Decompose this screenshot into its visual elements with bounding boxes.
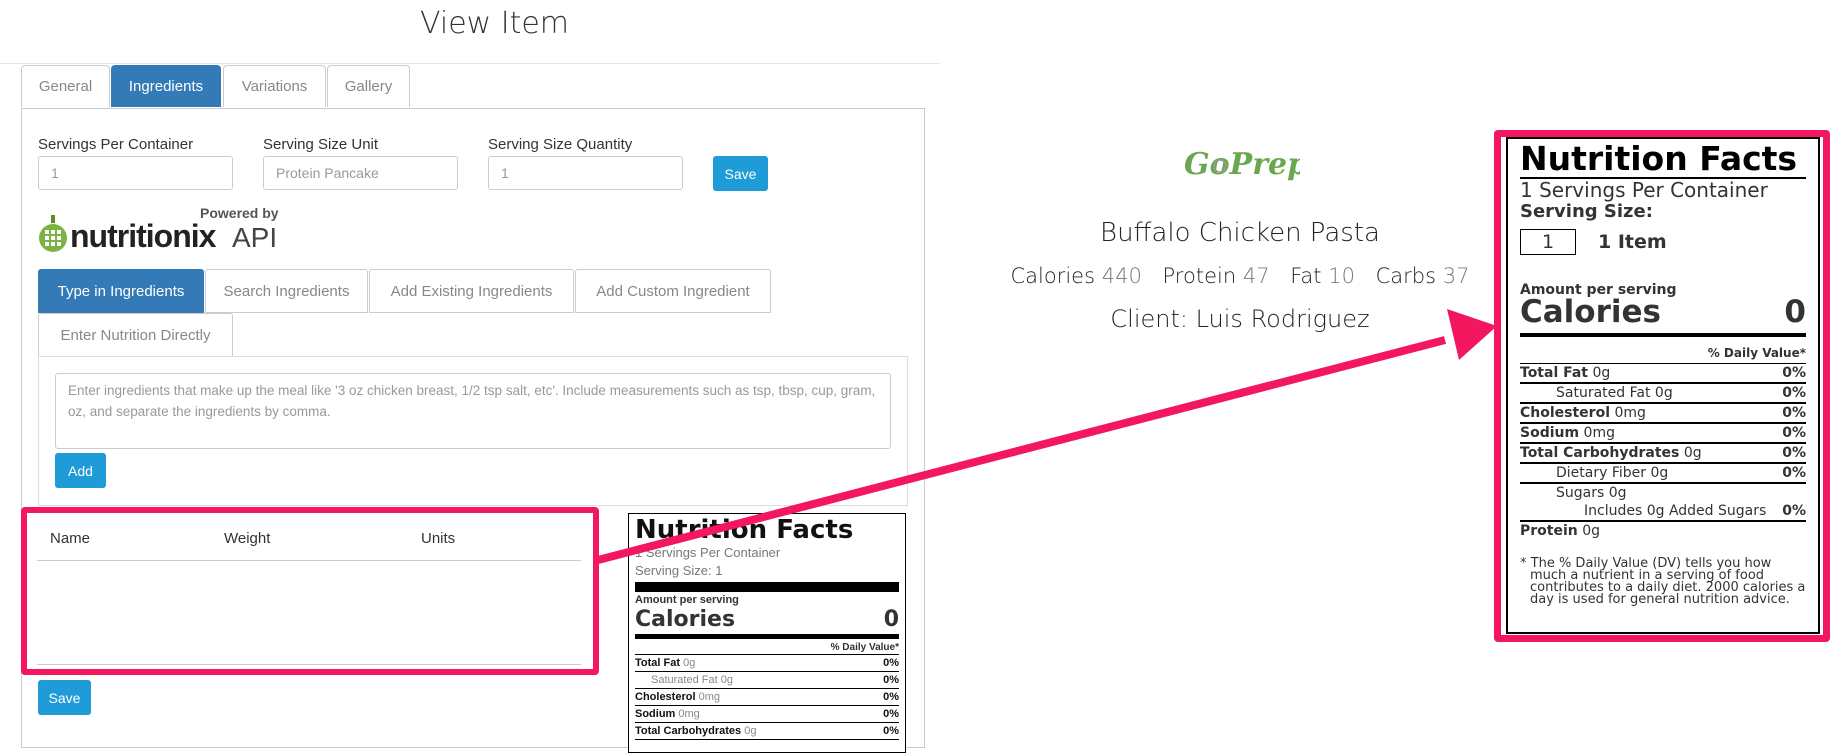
svg-text:GoPrep: GoPrep xyxy=(1184,147,1300,182)
serving-size-label: Serving Size: xyxy=(1520,201,1653,222)
daily-value-header: % Daily Value* xyxy=(1520,343,1806,364)
macro-fat: Fat 10 xyxy=(1290,264,1355,288)
nutrient-row: Protein 0g xyxy=(1520,523,1600,539)
servings-per-container: 1 Servings Per Container xyxy=(1520,178,1768,202)
macros-line: Calories 440 Protein 47 Fat 10 Carbs 37 xyxy=(1000,264,1480,288)
nutrient-row: Sodium 0mg 0% xyxy=(1520,424,1806,444)
serving-size-unit-input[interactable]: Protein Pancake xyxy=(263,156,458,190)
calories-value: 0 xyxy=(1784,294,1806,330)
serving-size: Serving Size: 1 xyxy=(635,563,723,578)
goprep-logo: GoPrep xyxy=(1184,147,1300,182)
nutrition-label-preview: Nutrition Facts 1 Servings Per Container… xyxy=(628,513,906,753)
nutritionix-logo: nutritionix xyxy=(70,218,216,254)
amount-per-serving: Amount per serving xyxy=(635,594,739,606)
subtab-type-in-ingredients[interactable]: Type in Ingredients xyxy=(38,269,204,313)
table-header-divider xyxy=(37,560,581,561)
daily-value-header: % Daily Value* xyxy=(635,641,899,655)
medium-divider xyxy=(635,634,899,639)
client-name: Client: Luis Rodriguez xyxy=(1110,305,1370,333)
nutrient-row: Dietary Fiber 0g 0% xyxy=(1520,464,1806,484)
nutrition-label-large: Nutrition Facts 1 Servings Per Container… xyxy=(1506,137,1820,634)
apple-icon xyxy=(39,215,67,252)
column-header-units: Units xyxy=(421,530,456,547)
nutrient-row: Sugars 0g xyxy=(1556,485,1627,501)
column-header-weight: Weight xyxy=(224,530,271,547)
subtab-enter-nutrition-directly[interactable]: Enter Nutrition Directly xyxy=(38,313,233,357)
servings-per-container: 1 Servings Per Container xyxy=(635,545,781,560)
daily-value-footnote: * The % Daily Value (DV) tells you how m… xyxy=(1520,556,1806,607)
meal-name: Buffalo Chicken Pasta xyxy=(1100,218,1380,248)
ingredients-save-button[interactable]: Save xyxy=(38,680,91,715)
calories-row: Calories 0 xyxy=(1520,297,1806,337)
calories-label: Calories xyxy=(635,607,736,632)
serving-save-button[interactable]: Save xyxy=(713,156,768,191)
serving-size-unit: 1 Item xyxy=(1598,231,1667,253)
servings-per-container-input[interactable]: 1 xyxy=(38,156,233,190)
serving-size-qty: 1 xyxy=(1520,229,1576,255)
servings-per-container-label: Servings Per Container xyxy=(38,136,194,153)
nutrient-row: Total Fat 0g 0% xyxy=(635,655,899,672)
add-ingredients-button[interactable]: Add xyxy=(55,453,106,488)
serving-size-quantity-label: Serving Size Quantity xyxy=(488,136,633,153)
subtab-search-ingredients[interactable]: Search Ingredients xyxy=(205,269,368,313)
tab-variations[interactable]: Variations xyxy=(223,65,326,107)
column-header-name: Name xyxy=(50,530,91,547)
macro-calories: Calories 440 xyxy=(1010,264,1142,288)
thick-divider xyxy=(635,582,899,592)
nutrient-row: Total Carbohydrates 0g 0% xyxy=(1520,444,1806,464)
nutrient-row: Saturated Fat 0g 0% xyxy=(635,672,899,689)
table-body-divider xyxy=(37,664,581,665)
nutrient-row: Sodium 0mg 0% xyxy=(635,706,899,723)
nutrient-row: Saturated Fat 0g 0% xyxy=(1520,384,1806,404)
nutrient-row: Cholesterol 0mg 0% xyxy=(635,689,899,706)
ingredients-textarea[interactable]: Enter ingredients that make up the meal … xyxy=(55,373,891,449)
nutrient-row: Cholesterol 0mg 0% xyxy=(1520,404,1806,424)
nutrient-row: Total Fat 0g 0% xyxy=(1520,364,1806,384)
calories-row: Calories 0 xyxy=(635,607,899,633)
subtab-add-existing-ingredients[interactable]: Add Existing Ingredients xyxy=(369,269,574,313)
nutrition-facts-title: Nutrition Facts xyxy=(635,515,854,545)
nutritionix-api-text: API xyxy=(232,222,278,253)
serving-size-row: 1 1 Item xyxy=(1520,229,1806,255)
serving-size-unit-label: Serving Size Unit xyxy=(263,136,379,153)
nutrition-facts-title: Nutrition Facts xyxy=(1520,141,1806,179)
nutrient-row: Total Carbohydrates 0g 0% xyxy=(635,723,899,740)
serving-size-quantity-input[interactable]: 1 xyxy=(488,156,683,190)
header-divider xyxy=(0,63,940,64)
nutrient-row: Includes 0g Added Sugars 0% xyxy=(1520,502,1806,522)
macro-carbs: Carbs 37 xyxy=(1375,264,1470,288)
page-title: View Item xyxy=(420,6,570,41)
tab-gallery[interactable]: Gallery xyxy=(327,65,410,107)
ingredients-table-highlight xyxy=(21,507,599,675)
calories-label: Calories xyxy=(1520,294,1661,330)
calories-value: 0 xyxy=(883,607,899,632)
subtab-add-custom-ingredient[interactable]: Add Custom Ingredient xyxy=(575,269,771,313)
macro-protein: Protein 47 xyxy=(1162,264,1270,288)
tab-ingredients[interactable]: Ingredients xyxy=(111,65,221,107)
tab-general[interactable]: General xyxy=(21,65,110,107)
